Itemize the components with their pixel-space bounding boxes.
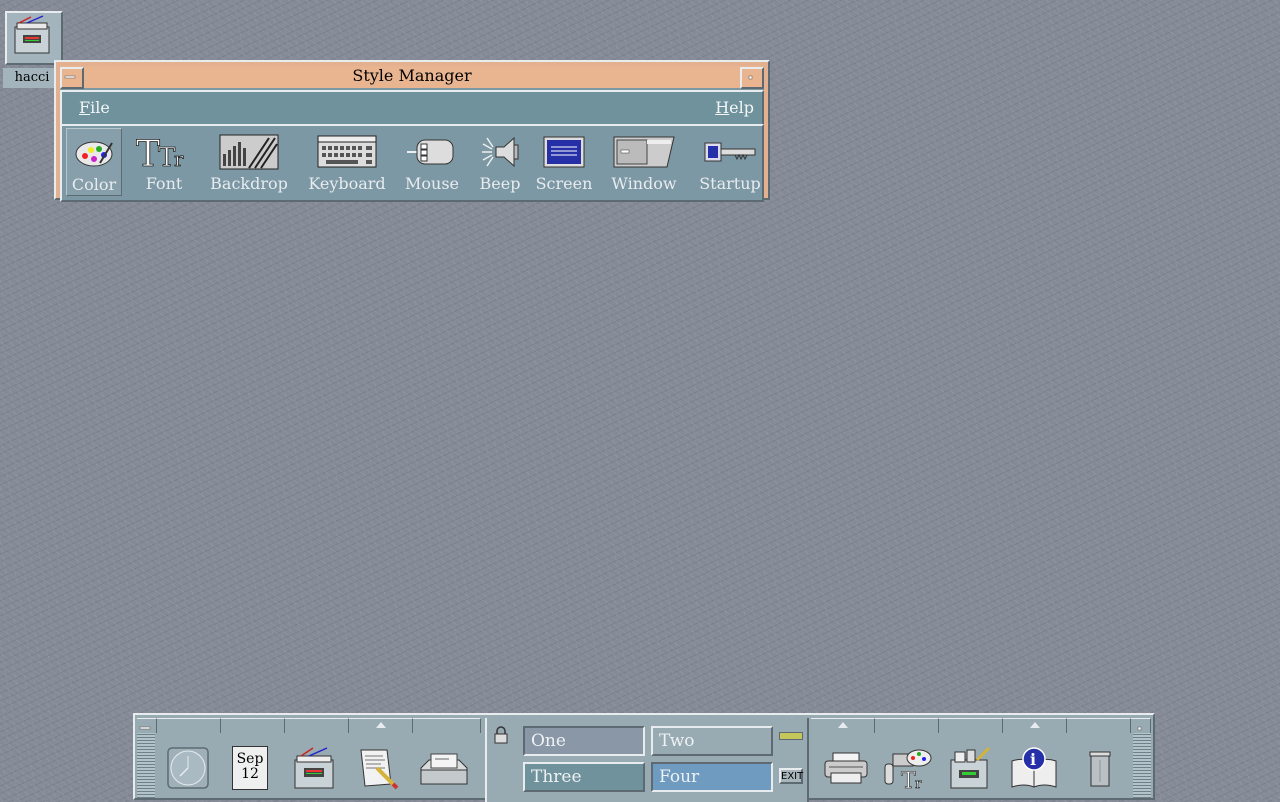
subpanel-tab-printer[interactable] xyxy=(811,718,875,733)
text-editor-control[interactable] xyxy=(349,739,407,797)
menu-help[interactable]: Help xyxy=(715,98,754,117)
front-panel: Sep 12 One Two Three Four EXIT T r i xyxy=(133,713,1155,802)
subpanel-tab-mail[interactable] xyxy=(413,718,481,733)
clock-icon xyxy=(167,747,209,789)
svg-text:T: T xyxy=(136,134,160,170)
mouse-icon xyxy=(407,139,454,165)
application-manager-control[interactable] xyxy=(941,739,999,797)
panel-menu-button[interactable] xyxy=(137,718,157,733)
menu-bar: File Help xyxy=(60,90,764,126)
tool-backdrop[interactable]: Backdrop xyxy=(204,128,294,196)
file-manager-control[interactable] xyxy=(285,739,343,797)
printer-control[interactable] xyxy=(817,739,875,797)
subpanel-tab-calendar[interactable] xyxy=(221,718,285,733)
svg-text:r: r xyxy=(915,776,922,790)
lock-screen-button[interactable] xyxy=(493,726,509,748)
minimize-icon xyxy=(1137,726,1142,731)
tool-font[interactable]: T T r Font xyxy=(132,128,196,196)
subpanel-tab-clock[interactable] xyxy=(157,718,221,733)
minimize-button[interactable] xyxy=(740,67,764,89)
svg-text:r: r xyxy=(174,147,184,170)
printer-icon xyxy=(824,752,868,784)
text-editor-icon xyxy=(360,749,399,790)
panel-minimize-button[interactable] xyxy=(1131,718,1151,733)
style-manager-window: Style Manager File Help Color T T r Font… xyxy=(54,60,770,202)
subpanel-tab-files[interactable] xyxy=(285,718,349,733)
svg-text:T: T xyxy=(901,769,916,790)
style-tools-row: Color T T r Font Backdrop Keyboard Mouse… xyxy=(60,124,764,202)
calendar-icon: Sep 12 xyxy=(232,746,268,790)
tool-beep[interactable]: Beep xyxy=(472,128,528,196)
minimize-icon xyxy=(748,75,753,80)
file-drawer-icon xyxy=(5,11,63,65)
subpanel-tab-trash[interactable] xyxy=(1067,718,1131,733)
panel-menu-icon xyxy=(139,726,151,730)
tool-startup[interactable]: Startup xyxy=(694,128,766,196)
tool-screen[interactable]: Screen xyxy=(532,128,596,196)
calendar-month: Sep xyxy=(236,751,264,767)
help-manager-control[interactable]: i xyxy=(1005,739,1063,797)
style-manager-control[interactable]: T r xyxy=(879,739,937,797)
application-manager-icon xyxy=(950,746,991,789)
mailer-control[interactable] xyxy=(415,739,473,797)
window-menu-icon xyxy=(64,75,76,79)
speaker-icon xyxy=(482,136,519,168)
busy-indicator xyxy=(779,732,803,740)
subpanel-tab-editor[interactable] xyxy=(349,718,413,733)
workspace-three-button[interactable]: Three xyxy=(523,762,645,792)
workspace-four-button[interactable]: Four xyxy=(651,762,773,792)
tool-color[interactable]: Color xyxy=(66,128,122,196)
mailer-icon xyxy=(420,753,468,785)
window-menu-button[interactable] xyxy=(60,67,84,89)
exit-button[interactable]: EXIT xyxy=(779,768,803,784)
trash-control[interactable] xyxy=(1071,739,1129,797)
subpanel-tab-style[interactable] xyxy=(875,718,939,733)
svg-text:i: i xyxy=(1030,750,1036,769)
subpanel-arrow-icon xyxy=(837,722,848,728)
workspace-two-button[interactable]: Two xyxy=(651,726,773,756)
trash-icon xyxy=(1089,751,1111,787)
calendar-day: 12 xyxy=(241,766,259,782)
font-icon: T T r xyxy=(136,134,184,170)
style-manager-icon: T r xyxy=(884,749,932,790)
menu-file[interactable]: File xyxy=(79,98,110,117)
lock-icon xyxy=(494,726,508,744)
clock-control[interactable] xyxy=(159,739,217,797)
window-title: Style Manager xyxy=(352,66,472,85)
key-icon xyxy=(704,142,756,162)
desktop-file-manager-icon[interactable]: hacci xyxy=(3,11,63,88)
tool-mouse[interactable]: Mouse xyxy=(400,128,464,196)
workspace-one-button[interactable]: One xyxy=(523,726,645,756)
tool-keyboard[interactable]: Keyboard xyxy=(302,128,392,196)
subpanel-tab-help[interactable] xyxy=(1003,718,1067,733)
help-icon: i xyxy=(1011,747,1057,788)
window-icon xyxy=(613,136,675,168)
subpanel-arrow-icon xyxy=(375,722,386,728)
screen-icon xyxy=(543,136,585,168)
title-bar[interactable]: Style Manager xyxy=(60,66,764,89)
calendar-control[interactable]: Sep 12 xyxy=(221,739,279,797)
backdrop-icon xyxy=(219,134,279,170)
file-manager-icon xyxy=(294,747,334,789)
keyboard-icon xyxy=(317,135,377,168)
subpanel-tab-apps[interactable] xyxy=(939,718,1003,733)
palette-icon xyxy=(75,141,113,167)
tool-window[interactable]: Window xyxy=(604,128,684,196)
workspace-switch: One Two Three Four EXIT xyxy=(485,718,809,802)
desktop-icon-label: hacci xyxy=(3,68,61,88)
subpanel-arrow-icon xyxy=(1029,722,1040,728)
